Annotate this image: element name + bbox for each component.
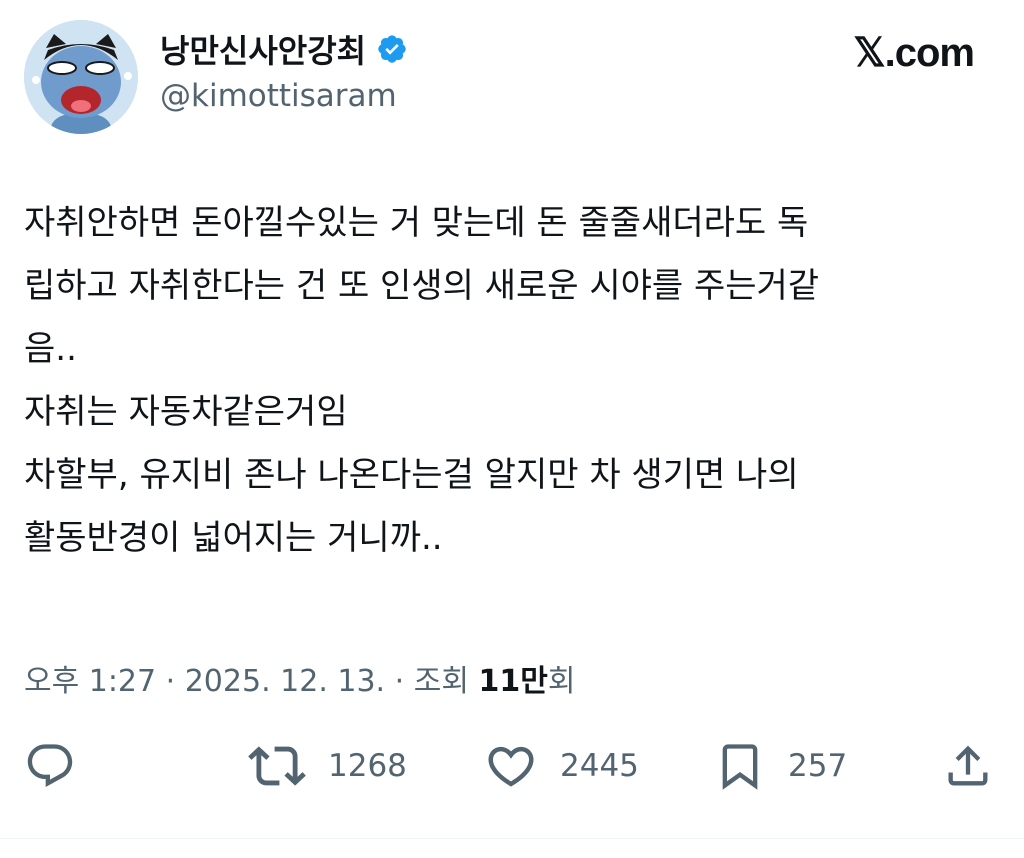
reply-button[interactable] [24, 736, 76, 796]
bookmark-icon [722, 744, 758, 790]
tweet-line: 차할부, 유지비 존나 나온다는걸 알지만 차 생기면 나의 [24, 455, 799, 495]
share-button[interactable] [942, 736, 994, 796]
bookmark-count: 257 [788, 748, 848, 784]
meta-separator: · [156, 664, 185, 699]
retweet-icon [248, 746, 306, 786]
tweet-time[interactable]: 오후 1:27 [24, 664, 156, 699]
views-count: 11만 [478, 664, 548, 699]
tweet-line: 음.. [24, 329, 77, 369]
views-suffix: 회 [547, 664, 576, 699]
like-count: 2445 [560, 748, 639, 784]
share-icon [948, 745, 988, 786]
tweet-line: 자취는 자동차같은거임 [24, 392, 348, 432]
meta-separator: · [385, 664, 414, 699]
tweet-line: 립하고 자취한다는 건 또 인생의 새로운 시야를 주는거같 [24, 266, 820, 306]
tweet-meta: 오후 1:27 · 2025. 12. 13. · 조회 11만회 [24, 656, 575, 700]
bottom-divider [0, 838, 1024, 839]
views-label: 조회 [413, 664, 479, 699]
tweet-line: 자취안하면 돈아낄수있는 거 맞는데 돈 줄줄새더라도 독 [24, 203, 809, 243]
like-button[interactable]: 2445 [484, 736, 639, 796]
avatar[interactable] [24, 20, 138, 134]
x-logo: 𝕏.com [853, 31, 975, 75]
display-name[interactable]: 낭만신사안강최 [160, 26, 366, 72]
tweet-date[interactable]: 2025. 12. 13. [185, 664, 385, 699]
avatar-image [24, 20, 138, 134]
tweet-line: 활동반경이 넓어지는 거니까.. [24, 518, 443, 558]
action-bar: 1268 2445 257 [24, 736, 1000, 796]
reply-icon [27, 744, 73, 788]
retweet-button[interactable]: 1268 [248, 736, 407, 796]
bookmark-button[interactable]: 257 [714, 736, 847, 796]
verified-badge-icon [376, 33, 408, 65]
retweet-count: 1268 [328, 748, 407, 784]
author-handle[interactable]: @kimottisaram [160, 78, 397, 114]
author-name-row[interactable]: 낭만신사안강최 [160, 26, 408, 72]
tweet-text: 자취안하면 돈아낄수있는 거 맞는데 돈 줄줄새더라도 독 립하고 자취한다는 … [24, 192, 1004, 570]
heart-icon [488, 746, 534, 787]
